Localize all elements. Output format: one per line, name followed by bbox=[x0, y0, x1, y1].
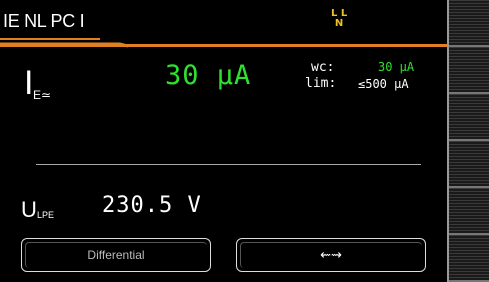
side-key-3[interactable] bbox=[449, 94, 489, 141]
wave-mode-icon: ⇜⇝ bbox=[320, 247, 342, 262]
instrument-display: IE NL PC I L L N I E≃ 30 μA wc: 30 μA li… bbox=[0, 0, 447, 282]
differential-button[interactable]: Differential bbox=[21, 238, 211, 272]
phase-bottom-label: N bbox=[334, 18, 344, 29]
side-key-2[interactable] bbox=[449, 47, 489, 94]
softkey-side-panel bbox=[447, 0, 489, 282]
wc-label: wc: bbox=[311, 60, 335, 75]
lim-value: ≤500 μA bbox=[358, 77, 409, 91]
wc-value: 30 μA bbox=[378, 60, 415, 74]
phase-indicator-icon: L L N bbox=[331, 9, 347, 29]
side-key-4[interactable] bbox=[449, 141, 489, 188]
measurement-subscript: E≃ bbox=[33, 88, 52, 102]
voltage-subscript: LPE bbox=[37, 210, 55, 220]
page-title: IE NL PC I bbox=[3, 11, 85, 31]
side-key-6[interactable] bbox=[449, 235, 489, 282]
lim-label: lim: bbox=[305, 76, 337, 91]
header-divider bbox=[0, 44, 447, 47]
voltage-symbol: U bbox=[21, 197, 37, 222]
voltage-value: 230.5 V bbox=[102, 193, 202, 218]
wave-mode-button[interactable]: ⇜⇝ bbox=[236, 238, 426, 272]
section-divider bbox=[36, 164, 421, 165]
differential-button-label: Differential bbox=[87, 248, 145, 262]
measurement-value: 30 μA bbox=[165, 60, 252, 91]
side-key-1[interactable] bbox=[449, 0, 489, 47]
side-key-5[interactable] bbox=[449, 188, 489, 235]
